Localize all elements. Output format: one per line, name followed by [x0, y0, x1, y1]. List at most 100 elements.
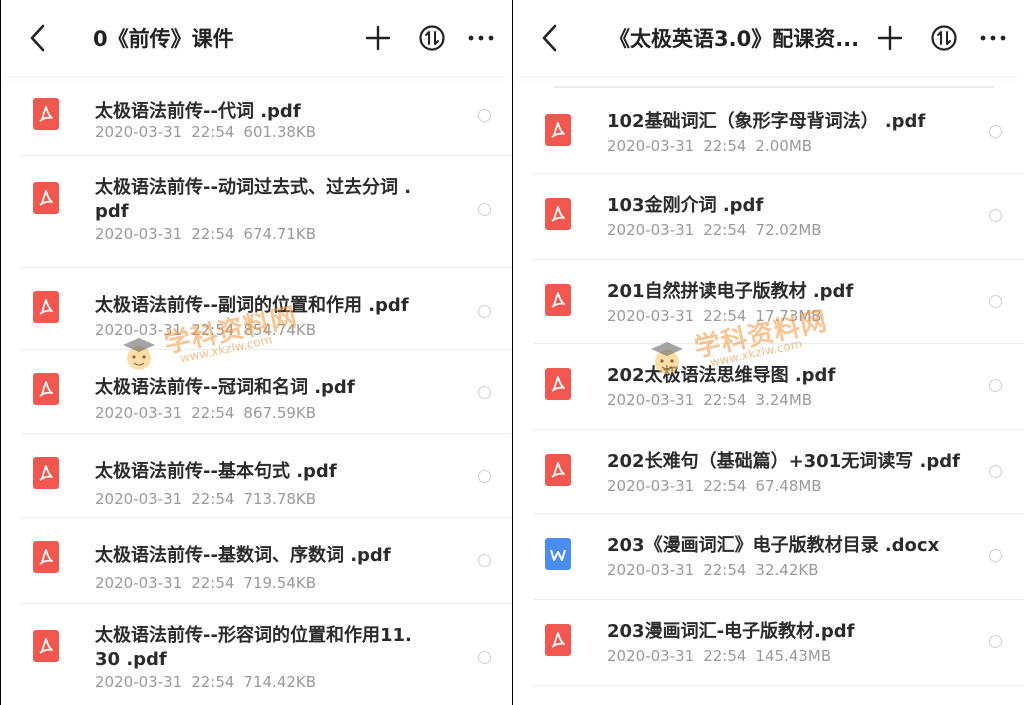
select-radio[interactable]: [478, 203, 491, 216]
file-name: 202长难句（基础篇）+301无词读写 .pdf: [607, 451, 960, 472]
pdf-file-icon: [33, 630, 59, 662]
list-item[interactable]: 太极语法前传--副词的位置和作用 .pdf 2020-03-31 22:54 854.…: [21, 268, 511, 350]
file-size: 854.74KB: [243, 321, 317, 339]
pdf-file-icon: [33, 182, 59, 214]
row-divider: [533, 685, 1024, 686]
file-meta: 2020-03-31 22:54 867.59KB: [95, 403, 325, 423]
file-name: 103金刚介词 .pdf: [607, 195, 764, 216]
file-size: 3.24MB: [755, 391, 813, 409]
list-item[interactable]: 太极语法前传--基数词、序数词 .pdf 2020-03-31 22:54 719.5…: [21, 518, 511, 604]
select-radio[interactable]: [989, 465, 1002, 478]
page-title: 《太极英语3.0》配课资...: [609, 27, 860, 51]
list-item[interactable]: 202太极语法思维导图 .pdf 2020-03-31 22:54 3.24MB: [533, 344, 1024, 430]
file-list: 102基础词汇（象形字母背词法） .pdf 2020-03-31 22:54 2.00…: [513, 76, 1024, 705]
file-meta: 2020-03-31 22:54 17.73MB: [607, 306, 831, 326]
chevron-left-icon[interactable]: [535, 21, 565, 55]
file-date: 2020-03-31: [95, 225, 183, 243]
file-date: 2020-03-31: [95, 574, 183, 592]
file-size: 72.02MB: [755, 221, 822, 239]
file-date: 2020-03-31: [95, 321, 183, 339]
file-date: 2020-03-31: [95, 490, 183, 508]
sort-icon[interactable]: [928, 22, 960, 54]
file-size: 67.48MB: [755, 477, 822, 495]
file-date: 2020-03-31: [95, 404, 183, 422]
select-radio[interactable]: [989, 295, 1002, 308]
file-date: 2020-03-31: [607, 391, 695, 409]
file-name: 太极语法前传--代词 .pdf: [95, 101, 301, 122]
select-radio[interactable]: [478, 109, 491, 122]
file-list: 太极语法前传--代词 .pdf 2020-03-31 22:54 601.38KB 太极…: [1, 76, 511, 705]
select-radio[interactable]: [989, 209, 1002, 222]
pdf-file-icon: [545, 454, 571, 486]
file-meta: 2020-03-31 22:54 145.43MB: [607, 646, 840, 666]
list-item[interactable]: 201自然拼读电子版教材 .pdf 2020-03-31 22:54 17.73MB: [533, 260, 1024, 344]
list-item[interactable]: 203《漫画词汇》电子版教材目录 .docx 2020-03-31 22:54 32.…: [533, 514, 1024, 600]
file-name: 太极语法前传--动词过去式、过去分词 .pdf: [95, 177, 412, 222]
top-bar: 0《前传》课件: [1, 0, 511, 76]
file-meta: 2020-03-31 22:54 674.71KB: [95, 224, 325, 244]
select-radio[interactable]: [478, 386, 491, 399]
file-size: 2.00MB: [755, 137, 813, 155]
select-radio[interactable]: [989, 379, 1002, 392]
list-item[interactable]: 太极语法前传--形容词的位置和作用11.30 .pdf 2020-03-31 22:…: [21, 604, 511, 705]
select-radio[interactable]: [989, 635, 1002, 648]
sort-icon[interactable]: [416, 22, 448, 54]
list-item[interactable]: 103金刚介词 .pdf 2020-03-31 22:54 72.02MB: [533, 174, 1024, 260]
file-time: 22:54: [703, 477, 747, 495]
file-meta: 2020-03-31 22:54 713.78KB: [95, 489, 325, 509]
list-item[interactable]: 太极语法前传--代词 .pdf 2020-03-31 22:54 601.38KB: [21, 80, 511, 156]
file-date: 2020-03-31: [607, 307, 695, 325]
chevron-left-icon[interactable]: [23, 21, 53, 55]
file-date: 2020-03-31: [95, 123, 183, 141]
file-size: 17.73MB: [755, 307, 822, 325]
file-name: 太极语法前传--冠词和名词 .pdf: [95, 377, 355, 398]
file-size: 674.71KB: [243, 225, 317, 243]
pdf-file-icon: [33, 291, 59, 323]
file-meta: 2020-03-31 22:54 3.24MB: [607, 390, 821, 410]
file-time: 22:54: [191, 404, 235, 422]
file-size: 867.59KB: [243, 404, 317, 422]
file-meta: 2020-03-31 22:54 601.38KB: [95, 122, 325, 142]
list-item[interactable]: 太极语法前传--动词过去式、过去分词 .pdf 2020-03-31 22:54 67…: [21, 156, 511, 268]
plus-icon[interactable]: [362, 22, 394, 54]
file-meta: 2020-03-31 22:54 854.74KB: [95, 320, 325, 340]
file-date: 2020-03-31: [95, 673, 183, 691]
pdf-file-icon: [545, 198, 571, 230]
file-date: 2020-03-31: [607, 477, 695, 495]
file-size: 32.42KB: [755, 561, 819, 579]
top-bar: 《太极英语3.0》配课资...: [513, 0, 1024, 76]
file-name: 203漫画词汇-电子版教材.pdf: [607, 621, 855, 642]
file-date: 2020-03-31: [607, 137, 695, 155]
page-title: 0《前传》课件: [93, 27, 234, 51]
file-time: 22:54: [703, 647, 747, 665]
file-name: 203《漫画词汇》电子版教材目录 .docx: [607, 535, 940, 556]
right-file-panel: 《太极英语3.0》配课资... 102基础词汇（象形字母背词法） .pdf 202…: [512, 0, 1024, 705]
list-item[interactable]: 太极语法前传--基本句式 .pdf 2020-03-31 22:54 713.78KB: [21, 434, 511, 518]
pdf-file-icon: [545, 114, 571, 146]
select-radio[interactable]: [478, 470, 491, 483]
plus-icon[interactable]: [874, 22, 906, 54]
file-time: 22:54: [703, 561, 747, 579]
file-meta: 2020-03-31 22:54 32.42KB: [607, 560, 828, 580]
select-radio[interactable]: [478, 554, 491, 567]
list-item[interactable]: 太极语法前传--冠词和名词 .pdf 2020-03-31 22:54 867.59K…: [21, 350, 511, 434]
file-time: 22:54: [703, 391, 747, 409]
more-horizontal-icon[interactable]: [465, 22, 497, 54]
file-time: 22:54: [703, 307, 747, 325]
list-item[interactable]: 202长难句（基础篇）+301无词读写 .pdf 2020-03-31 22:54 6…: [533, 430, 1024, 514]
file-time: 22:54: [703, 221, 747, 239]
file-size: 145.43MB: [755, 647, 832, 665]
select-radio[interactable]: [989, 549, 1002, 562]
file-name: 太极语法前传--形容词的位置和作用11.30 .pdf: [95, 625, 412, 670]
more-horizontal-icon[interactable]: [977, 22, 1009, 54]
file-name: 201自然拼读电子版教材 .pdf: [607, 281, 854, 302]
file-meta: 2020-03-31 22:54 67.48MB: [607, 476, 831, 496]
list-item[interactable]: 203漫画词汇-电子版教材.pdf 2020-03-31 22:54 145.43MB: [533, 600, 1024, 686]
list-item[interactable]: 102基础词汇（象形字母背词法） .pdf 2020-03-31 22:54 2.00…: [533, 90, 1024, 174]
select-radio[interactable]: [478, 651, 491, 664]
file-size: 719.54KB: [243, 574, 317, 592]
select-radio[interactable]: [989, 125, 1002, 138]
file-meta: 2020-03-31 22:54 719.54KB: [95, 573, 325, 593]
select-radio[interactable]: [478, 305, 491, 318]
pdf-file-icon: [33, 373, 59, 405]
